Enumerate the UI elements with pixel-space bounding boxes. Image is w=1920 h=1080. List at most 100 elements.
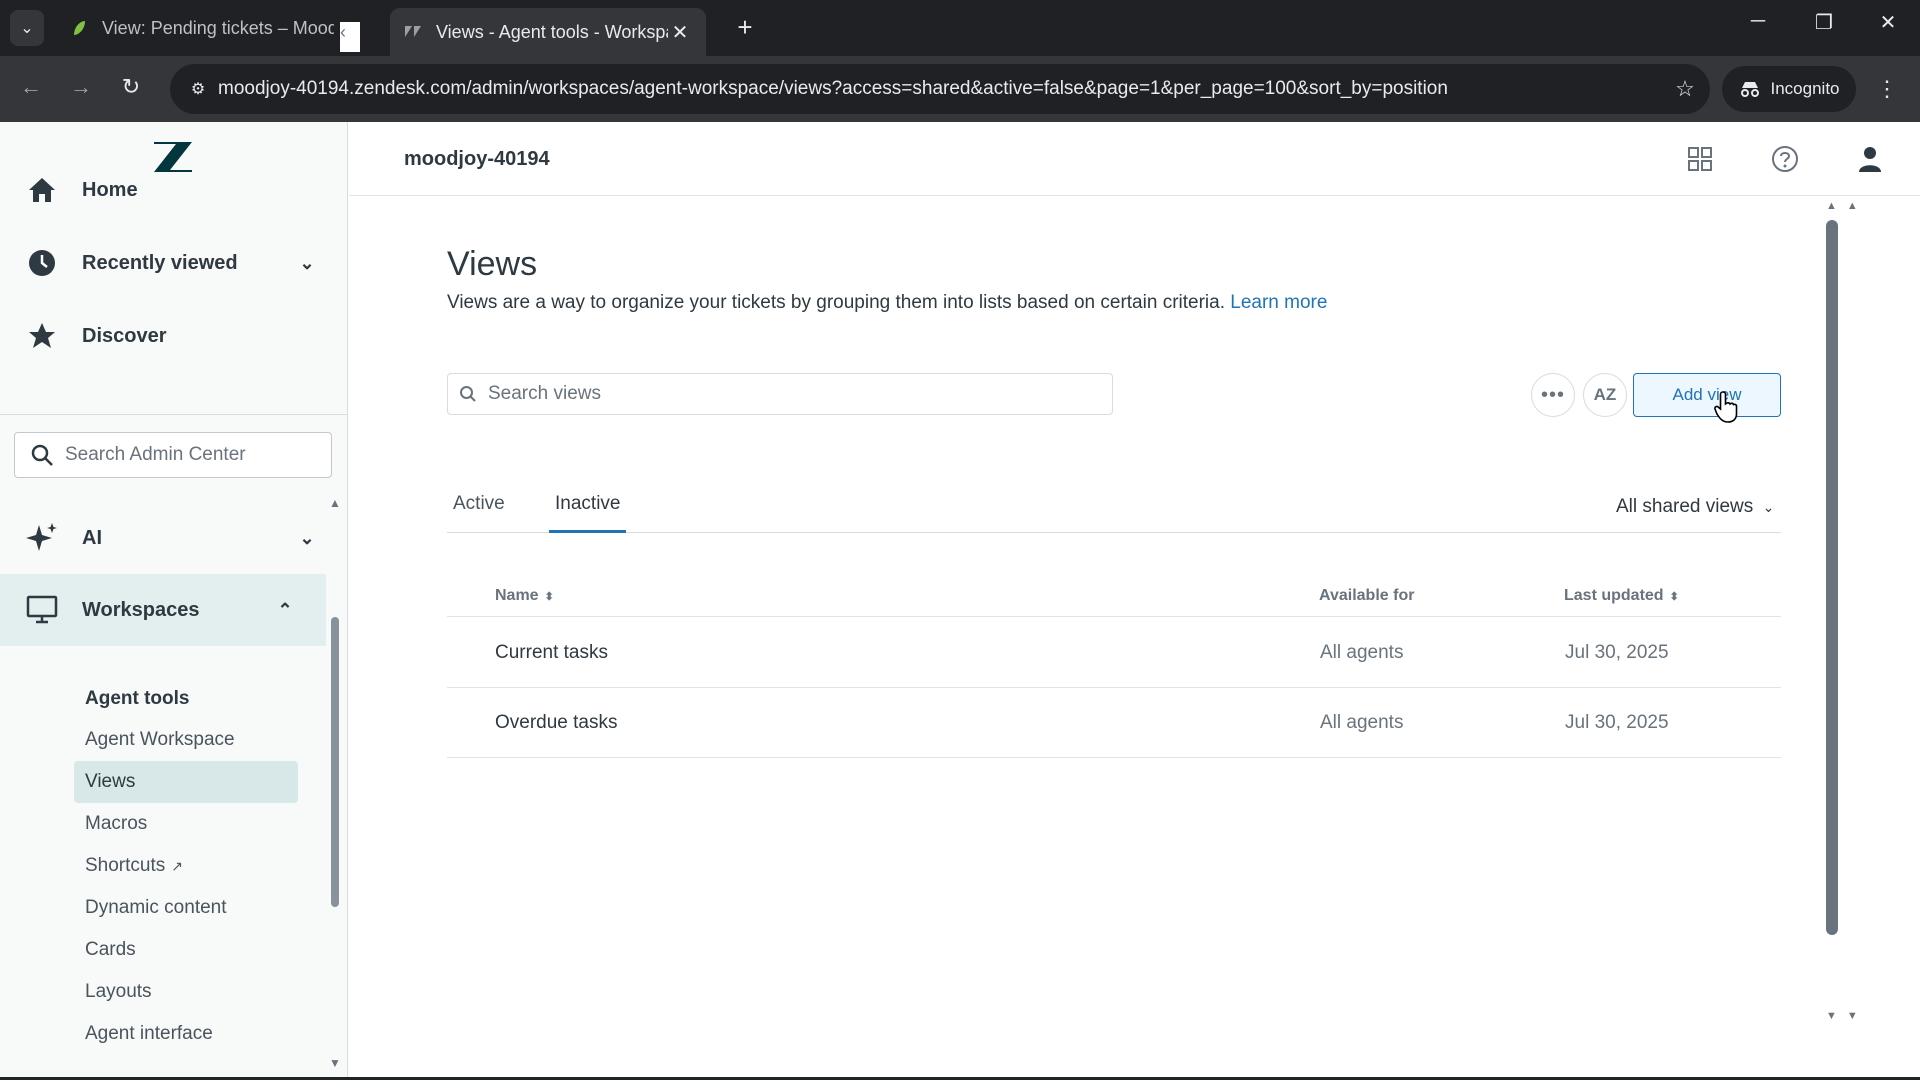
subitem-label: Layouts [85,981,152,1002]
tab-title: Views - Agent tools - Workspac [436,21,668,42]
browser-toolbar: ← → ↻ ⚙ moodjoy-40194.zendesk.com/admin/… [0,56,1920,122]
sidebar-subitem-cards[interactable]: Cards [74,929,298,971]
table-row[interactable]: Current tasks All agents Jul 30, 2025 [447,618,1781,688]
subitem-label: Agent Workspace [85,729,235,750]
sidebar-subitem-dynamic-content[interactable]: Dynamic content [74,887,298,929]
subitem-label: Shortcuts [85,855,166,876]
minimize-icon[interactable]: ─ [1738,10,1778,33]
sidebar-item-label: Recently viewed [82,251,238,274]
view-available-for: All agents [1320,712,1404,733]
admin-search-input[interactable] [65,444,331,466]
column-header-last-updated[interactable]: Last updated ⬍ [1564,587,1679,605]
address-bar[interactable]: ⚙ moodjoy-40194.zendesk.com/admin/worksp… [170,64,1710,114]
search-icon [31,444,53,466]
sidebar-subitem-layouts[interactable]: Layouts [74,971,298,1013]
subitem-label: Agent interface [85,1023,213,1044]
browser-tab-views[interactable]: Views - Agent tools - Workspac ✕ [390,8,706,56]
sidebar-item-home[interactable]: Home [0,154,347,226]
chevron-down-icon[interactable]: ⌄ [292,253,322,274]
sidebar-scrollbar[interactable] [331,617,339,907]
new-tab-button[interactable]: + [730,12,760,43]
page-description: Views are a way to organize your tickets… [447,292,1327,314]
browser-menu-icon[interactable]: ⋮ [1876,76,1898,102]
incognito-badge[interactable]: Incognito [1722,66,1856,112]
user-avatar-icon[interactable] [1855,144,1885,174]
page-scroll-down-icon[interactable]: ▼▼ [1826,1010,1868,1022]
sidebar-scroll-down-icon[interactable]: ▼ [328,1056,342,1070]
sidebar-item-recently-viewed[interactable]: Recently viewed ⌄ [0,227,347,299]
filter-label: All shared views [1616,496,1754,517]
sidebar-item-label: Discover [82,324,167,347]
incognito-icon [1740,82,1759,97]
column-header-name[interactable]: Name ⬍ [495,587,554,605]
table-row[interactable]: Overdue tasks All agents Jul 30, 2025 [447,688,1781,758]
views-search-input[interactable] [488,383,1112,405]
sort-views-button[interactable]: AZ [1583,373,1627,417]
monitor-icon [24,592,60,628]
site-info-icon[interactable]: ⚙ [178,79,218,99]
page-scroll-up-icon[interactable]: ▲▲ [1826,200,1868,212]
sidebar-section-workspaces[interactable]: Workspaces ⌃ [0,574,326,646]
views-page: Views Views are a way to organize your t… [349,197,1829,1080]
views-search-field[interactable] [447,373,1113,415]
help-icon[interactable] [1770,144,1800,174]
zendesk-leaf-icon [74,21,85,35]
tab-active[interactable]: Active [447,493,511,533]
view-name[interactable]: Overdue tasks [495,712,618,734]
browser-tab-bar: ⌄ View: Pending tickets – Moodjo ✕ Views… [0,0,1920,56]
subitem-label: Cards [85,939,136,960]
close-window-icon[interactable]: ✕ [1868,10,1908,35]
column-label: Last updated [1564,587,1664,604]
sparkle-icon [24,520,60,556]
sidebar-item-label: Workspaces [82,598,200,621]
agent-tools-heading: Agent tools [85,688,190,709]
sidebar-subitem-macros[interactable]: Macros [74,803,298,845]
column-header-available-for: Available for [1319,587,1415,604]
view-available-for: All agents [1320,642,1404,663]
products-grid-icon[interactable] [1685,144,1715,174]
sidebar-subitem-shortcuts[interactable]: Shortcuts ↗ [74,845,298,887]
learn-more-link[interactable]: Learn more [1230,292,1327,313]
more-options-button[interactable]: ••• [1531,373,1575,417]
tab-inactive[interactable]: Inactive [549,493,627,533]
reload-icon[interactable]: ↻ [116,74,146,100]
sidebar-section-ai[interactable]: AI ⌄ [0,502,347,574]
description-text: Views are a way to organize your tickets… [447,292,1225,313]
tab-search-button[interactable]: ⌄ [10,10,44,46]
forward-icon[interactable]: → [66,74,96,100]
chevron-up-icon[interactable]: ⌃ [270,600,300,621]
close-tab-icon[interactable]: ✕ [668,20,692,45]
subitem-label: Dynamic content [85,897,227,918]
admin-sidebar: Home Recently viewed ⌄ Discover AI ⌄ Wor… [0,122,348,1080]
url-text[interactable]: moodjoy-40194.zendesk.com/admin/workspac… [218,78,1660,100]
page-scrollbar[interactable] [1826,220,1838,935]
sidebar-divider [0,414,347,415]
column-label: Name [495,587,539,604]
collapse-sidebar-icon[interactable]: ‹ [340,22,360,52]
browser-tab-pending-tickets[interactable]: View: Pending tickets – Moodjo ✕ [56,8,372,48]
search-icon [460,386,476,402]
sidebar-item-label: Home [82,178,138,201]
sidebar-subitem-agent-workspace[interactable]: Agent Workspace [74,719,298,761]
subitem-label: Macros [85,813,148,834]
admin-search-field[interactable] [14,432,332,478]
view-name[interactable]: Current tasks [495,642,608,664]
page-title: Views [447,245,538,283]
incognito-label: Incognito [1770,79,1840,98]
view-last-updated: Jul 30, 2025 [1565,642,1669,663]
back-icon[interactable]: ← [16,74,46,100]
sidebar-scroll-up-icon[interactable]: ▲ [328,496,342,510]
sidebar-subitem-views[interactable]: Views [74,761,298,803]
add-view-button[interactable]: Add view [1633,373,1781,417]
restore-icon[interactable]: ❐ [1804,10,1844,35]
clock-icon [24,245,60,281]
chevron-down-icon[interactable]: ⌄ [292,528,322,549]
sidebar-item-discover[interactable]: Discover [0,300,347,372]
bookmark-star-icon[interactable]: ☆ [1660,76,1710,102]
shared-views-filter[interactable]: All shared views ⌄ [1616,496,1774,518]
sidebar-subitem-agent-interface[interactable]: Agent interface [74,1013,298,1055]
chevron-down-icon: ⌄ [1762,499,1775,515]
sort-az-icon: AZ [1593,385,1617,404]
star-icon [24,318,60,354]
ellipsis-icon: ••• [1540,383,1565,406]
